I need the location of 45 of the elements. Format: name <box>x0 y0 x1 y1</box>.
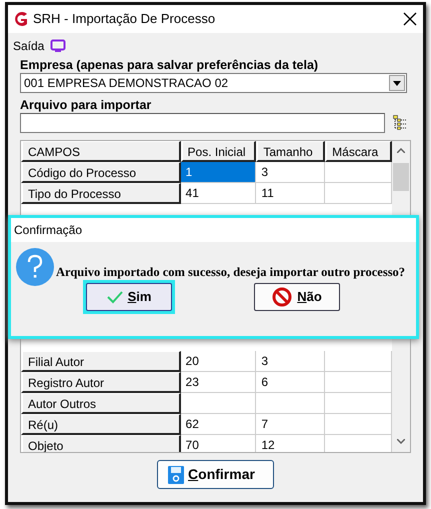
column-header[interactable]: CAMPOS <box>21 141 181 162</box>
table-cell[interactable]: 12 <box>256 435 326 452</box>
dialog-message: Arquivo importado com sucesso, deseja importar outro processo? <box>56 264 406 281</box>
table-cell[interactable]: 23 <box>180 372 256 393</box>
column-header[interactable]: Tamanho <box>256 141 326 162</box>
table-cell[interactable]: 20 <box>180 351 256 372</box>
dropdown-arrow-icon <box>393 80 401 86</box>
table-cell[interactable]: 11 <box>256 183 326 204</box>
company-select[interactable]: 001 EMPRESA DEMONSTRACAO 02 <box>20 73 407 93</box>
table-cell[interactable] <box>256 393 326 414</box>
scroll-up-icon[interactable] <box>397 148 405 153</box>
no-button[interactable]: Não <box>254 283 340 311</box>
table-cell[interactable]: 3 <box>256 162 326 183</box>
menu-item[interactable]: Saída <box>13 37 44 55</box>
row-header: Ré(u) <box>21 414 181 435</box>
table-cell[interactable]: 62 <box>180 414 256 435</box>
dialog-title: Confirmação <box>11 218 416 242</box>
row-header: Tipo do Processo <box>21 183 181 204</box>
table-cell[interactable]: 70 <box>180 435 256 452</box>
window-title: SRH - Importação De Processo <box>33 10 216 28</box>
row-header: Filial Autor <box>21 351 181 372</box>
check-icon <box>106 290 123 304</box>
table-cell[interactable]: 41 <box>180 183 256 204</box>
yes-button[interactable]: Sim <box>86 283 172 311</box>
question-icon <box>16 248 54 286</box>
confirm-button[interactable]: Confirmar <box>157 460 274 489</box>
file-input-field[interactable] <box>20 113 385 133</box>
table-cell[interactable]: 7 <box>256 414 326 435</box>
row-header: Autor Outros <box>21 393 181 414</box>
table-cell[interactable] <box>180 393 256 414</box>
table-cell[interactable]: 3 <box>256 351 326 372</box>
table-cell[interactable]: 6 <box>256 372 326 393</box>
scrollbar-thumb[interactable] <box>393 163 409 191</box>
logo-icon <box>12 11 28 27</box>
row-header: Registro Autor <box>21 372 181 393</box>
no-entry-icon <box>272 287 292 307</box>
monitor-icon <box>50 39 66 53</box>
row-header: Código do Processo <box>21 162 181 183</box>
column-header[interactable]: Pos. Inicial <box>180 141 256 162</box>
field-label: Empresa (apenas para salvar preferências da tela) <box>20 57 320 73</box>
table-cell[interactable]: 1 <box>180 162 256 183</box>
scroll-down-icon[interactable] <box>397 438 405 444</box>
column-header[interactable]: Máscara <box>325 141 392 162</box>
folder-tree-icon[interactable] <box>393 115 407 131</box>
field-label: Arquivo para importar <box>20 97 152 113</box>
